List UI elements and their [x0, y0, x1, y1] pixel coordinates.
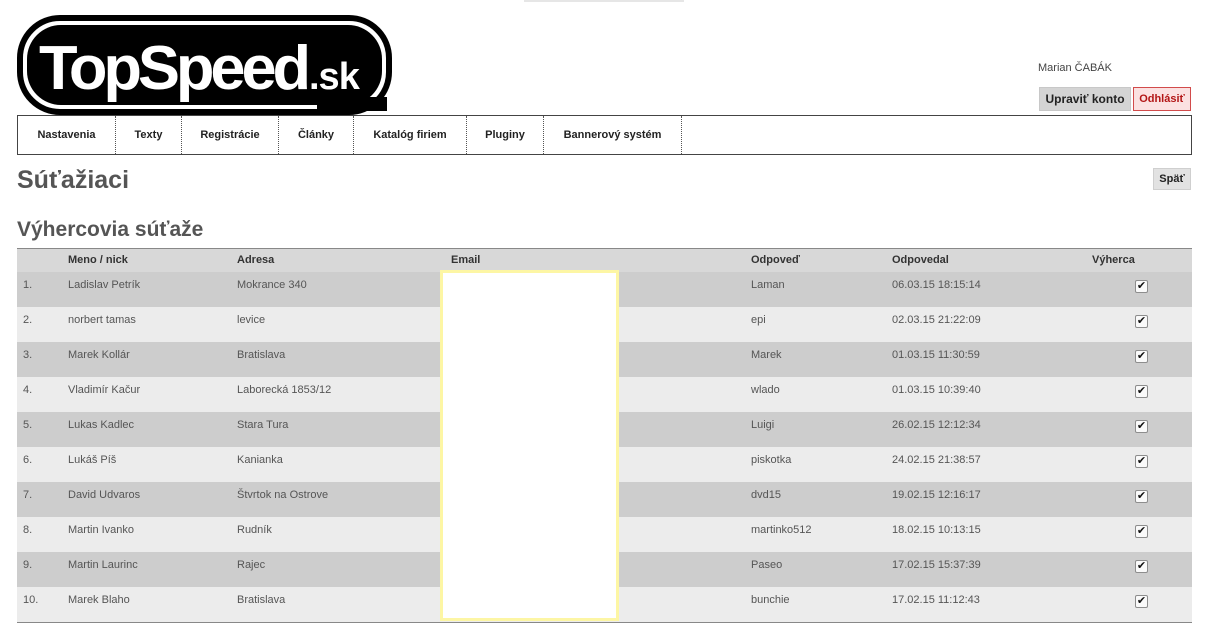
winner-checkbox[interactable]: ✔ [1135, 595, 1148, 608]
nav-item-articles[interactable]: Články [279, 116, 354, 154]
winner-checkbox[interactable]: ✔ [1135, 455, 1148, 468]
back-button[interactable]: Späť [1153, 168, 1191, 190]
row-number: 7. [23, 489, 33, 501]
nav-item-plugins[interactable]: Pluginy [467, 116, 544, 154]
header-winner: Výherca [1092, 254, 1135, 266]
row-answered: 02.03.15 21:22:09 [892, 314, 981, 326]
row-address: Bratislava [237, 349, 286, 361]
row-address: Rudník [237, 524, 272, 536]
row-address: Mokrance 340 [237, 279, 307, 291]
row-answered: 24.02.15 21:38:57 [892, 454, 981, 466]
topspeed-logo-image: TopSpeed .sk [17, 15, 392, 115]
row-answer: Marek [751, 349, 782, 361]
row-answered: 01.03.15 10:39:40 [892, 384, 981, 396]
row-name: David Udvaros [68, 489, 141, 501]
nav-item-registrations[interactable]: Registrácie [182, 116, 279, 154]
row-address: Stara Tura [237, 419, 289, 431]
row-name: Lukas Kadlec [68, 419, 135, 431]
row-name: Lukáš Píš [68, 454, 117, 466]
section-title: Výhercovia súťaže [17, 218, 204, 241]
user-name: Marian ČABÁK [1038, 62, 1112, 74]
redacted-email-overlay [440, 270, 619, 621]
winner-checkbox[interactable]: ✔ [1135, 420, 1148, 433]
row-name: norbert tamas [68, 314, 136, 326]
main-nav: Nastavenia Texty Registrácie Články Kata… [17, 115, 1192, 155]
row-address: levice [237, 314, 266, 326]
winner-checkbox[interactable]: ✔ [1135, 525, 1148, 538]
row-address: Bratislava [237, 594, 286, 606]
row-answer: bunchie [751, 594, 790, 606]
header-name: Meno / nick [68, 254, 128, 266]
row-name: Marek Blaho [68, 594, 130, 606]
winner-checkbox[interactable]: ✔ [1135, 315, 1148, 328]
row-number: 1. [23, 279, 33, 291]
row-name: Marek Kollár [68, 349, 130, 361]
row-name: Martin Laurinc [68, 559, 138, 571]
row-number: 9. [23, 559, 33, 571]
svg-text:TopSpeed: TopSpeed [39, 34, 307, 103]
row-name: Martin Ivanko [68, 524, 135, 536]
row-answer: wlado [751, 384, 780, 396]
row-answer: Paseo [751, 559, 783, 571]
nav-item-texts[interactable]: Texty [116, 116, 182, 154]
row-number: 10. [23, 594, 39, 606]
nav-item-company-catalog[interactable]: Katalóg firiem [354, 116, 467, 154]
nav-item-settings[interactable]: Nastavenia [18, 116, 116, 154]
row-answered: 19.02.15 12:16:17 [892, 489, 981, 501]
edit-account-button[interactable]: Upraviť konto [1039, 87, 1131, 111]
row-number: 3. [23, 349, 33, 361]
row-answered: 17.02.15 15:37:39 [892, 559, 981, 571]
row-name: Ladislav Petrík [68, 279, 141, 291]
browser-top-strip [524, 0, 684, 2]
row-number: 2. [23, 314, 33, 326]
row-answered: 26.02.15 12:12:34 [892, 419, 981, 431]
row-answer: piskotka [751, 454, 792, 466]
row-address: Rajec [237, 559, 266, 571]
row-answered: 17.02.15 11:12:43 [892, 594, 980, 606]
header-address: Adresa [237, 254, 275, 266]
svg-text:.sk: .sk [309, 56, 361, 98]
header-answered: Odpovedal [892, 254, 949, 266]
page-title: Súťažiaci [17, 166, 130, 194]
winner-checkbox[interactable]: ✔ [1135, 560, 1148, 573]
table-header: Meno / nick Adresa Email Odpoveď Odpoved… [17, 249, 1192, 272]
winner-checkbox[interactable]: ✔ [1135, 385, 1148, 398]
nav-item-banner-system[interactable]: Bannerový systém [544, 116, 682, 154]
row-answer: Luigi [751, 419, 775, 431]
winner-checkbox[interactable]: ✔ [1135, 490, 1148, 503]
header-email: Email [451, 254, 481, 266]
row-answer: martinko512 [751, 524, 812, 536]
logout-button[interactable]: Odhlásiť [1133, 87, 1191, 111]
row-number: 8. [23, 524, 33, 536]
row-number: 6. [23, 454, 33, 466]
row-answer: Laman [751, 279, 785, 291]
row-number: 5. [23, 419, 33, 431]
site-logo[interactable]: TopSpeed .sk [17, 15, 392, 115]
row-answered: 01.03.15 11:30:59 [892, 349, 980, 361]
row-answered: 18.02.15 10:13:15 [892, 524, 981, 536]
row-answer: epi [751, 314, 766, 326]
row-number: 4. [23, 384, 33, 396]
row-address: Kanianka [237, 454, 283, 466]
row-address: Štvrtok na Ostrove [237, 489, 329, 501]
row-address: Laborecká 1853/12 [237, 384, 332, 396]
winner-checkbox[interactable]: ✔ [1135, 280, 1148, 293]
row-answer: dvd15 [751, 489, 781, 501]
winner-checkbox[interactable]: ✔ [1135, 350, 1148, 363]
row-answered: 06.03.15 18:15:14 [892, 279, 981, 291]
row-name: Vladimír Kačur [68, 384, 141, 396]
header-answer: Odpoveď [751, 254, 800, 266]
